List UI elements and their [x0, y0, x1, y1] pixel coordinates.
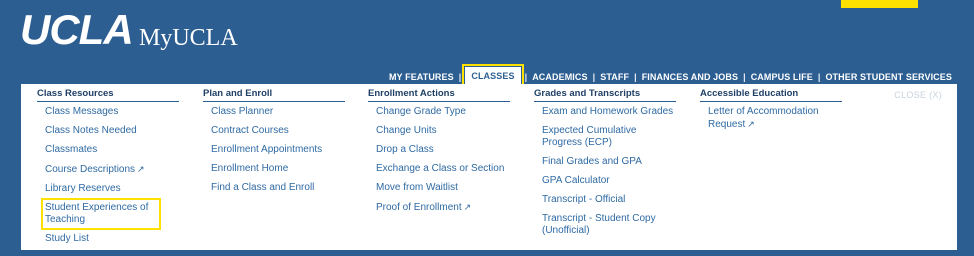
menu-link[interactable]: Expected Cumulative Progress (ECP) [542, 125, 667, 149]
menu-link[interactable]: Exam and Homework Grades [542, 106, 684, 118]
menu-link[interactable]: Class Messages [45, 106, 179, 118]
column-heading: Plan and Enroll [203, 84, 345, 102]
menu-link[interactable]: Move from Waitlist [376, 182, 510, 194]
column-accessible-education: Accessible Education Letter of Accommoda… [700, 84, 842, 138]
nav-separator: | [634, 72, 637, 82]
nav-separator: | [592, 72, 596, 82]
nav-staff[interactable]: STAFF [596, 72, 633, 82]
column-grades-and-transcripts: Grades and Transcripts Exam and Homework… [534, 84, 684, 244]
menu-link[interactable]: GPA Calculator [542, 175, 684, 187]
menu-link[interactable]: Study List [45, 233, 179, 245]
nav-other-student-services[interactable]: OTHER STUDENT SERVICES [821, 72, 956, 82]
highlight-marker [841, 0, 918, 8]
menu-link[interactable]: Proof of Enrollment ↗ [376, 201, 510, 214]
column-plan-and-enroll: Plan and Enroll Class Planner Contract C… [203, 84, 345, 201]
nav-my-features[interactable]: MY FEATURES [385, 72, 458, 82]
menu-link[interactable]: Transcript - Student Copy (Unofficial) [542, 213, 672, 237]
menu-link[interactable]: Classmates [45, 144, 179, 156]
close-button[interactable]: CLOSE (X) [894, 90, 942, 100]
nav-campus-life[interactable]: CAMPUS LIFE [747, 72, 817, 82]
menu-link[interactable]: Course Descriptions ↗ [45, 163, 179, 176]
nav-separator: | [817, 72, 821, 82]
menu-link[interactable]: Letter of Accommodation Request ↗ [708, 106, 820, 131]
menu-link[interactable]: Final Grades and GPA [542, 156, 684, 168]
nav-academics[interactable]: ACADEMICS [528, 72, 591, 82]
external-link-icon: ↗ [137, 164, 145, 174]
menu-link[interactable]: Exchange a Class or Section [376, 163, 510, 175]
menu-link[interactable]: Change Grade Type [376, 106, 510, 118]
ucla-logo[interactable]: UCLA [20, 6, 134, 54]
column-heading: Class Resources [37, 84, 179, 102]
menu-link-highlighted[interactable]: Student Experiences of Teaching [41, 198, 179, 230]
nav-finances-and-jobs[interactable]: FINANCES AND JOBS [638, 72, 742, 82]
external-link-icon: ↗ [463, 202, 472, 212]
menu-link[interactable]: Contract Courses [211, 125, 345, 137]
column-heading: Enrollment Actions [368, 84, 510, 102]
column-heading: Grades and Transcripts [534, 84, 676, 102]
external-link-icon: ↗ [747, 119, 755, 129]
menu-link[interactable]: Enrollment Home [211, 163, 345, 175]
menu-link[interactable]: Change Units [376, 125, 510, 137]
nav-separator: | [458, 72, 462, 82]
menu-link[interactable]: Enrollment Appointments [211, 144, 345, 156]
column-enrollment-actions: Enrollment Actions Change Grade Type Cha… [368, 84, 510, 221]
classes-menu-panel: Class Resources Class Messages Class Not… [21, 84, 957, 250]
nav-separator: | [524, 72, 528, 82]
myucla-title[interactable]: MyUCLA [139, 25, 238, 52]
menu-link[interactable]: Library Reserves [45, 183, 179, 195]
column-class-resources: Class Resources Class Messages Class Not… [37, 84, 179, 252]
menu-link[interactable]: Class Planner [211, 106, 345, 118]
menu-link[interactable]: Transcript - Official [542, 194, 684, 206]
menu-link[interactable]: Class Notes Needed [45, 125, 179, 137]
nav-separator: | [743, 72, 746, 82]
menu-link[interactable]: Find a Class and Enroll [211, 182, 345, 194]
menu-link[interactable]: Drop a Class [376, 144, 510, 156]
column-heading: Accessible Education [700, 84, 842, 102]
